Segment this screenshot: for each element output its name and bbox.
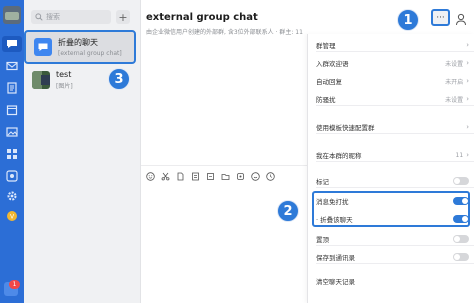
chevron-right-icon: › <box>466 123 469 131</box>
emoji-icon[interactable] <box>146 172 155 181</box>
search-bar: 搜索 + <box>31 10 134 24</box>
row-label: 我在本群的昵称 <box>316 152 362 160</box>
list-item-title: 折叠的聊天 <box>58 38 98 47</box>
settings-row-clear-history[interactable]: 清空聊天记录 <box>308 274 474 288</box>
pin-toggle[interactable] <box>453 235 469 243</box>
settings-gear-icon[interactable] <box>6 190 18 202</box>
mark-toggle[interactable] <box>453 177 469 185</box>
row-label: 自动回复 <box>316 78 342 86</box>
calendar-icon[interactable] <box>6 104 18 116</box>
callout-1: 1 <box>397 9 419 31</box>
row-label: 入群欢迎语 <box>316 60 349 68</box>
chat-title: external group chat <box>146 12 258 23</box>
highlight-toggles-box <box>312 191 470 227</box>
settings-row-save-contacts: 保存到通讯录 <box>308 250 474 264</box>
search-icon <box>35 13 43 21</box>
sticker-icon[interactable] <box>236 172 245 181</box>
file-icon[interactable] <box>176 172 185 181</box>
list-item-title: test <box>56 70 72 79</box>
row-label: 防骚扰 <box>316 96 336 104</box>
doc-edit-icon[interactable] <box>191 172 200 181</box>
chevron-right-icon: › <box>466 59 469 67</box>
settings-row-nickname[interactable]: 我在本群的昵称 11 › <box>308 148 474 162</box>
list-item-subtitle: [图片] <box>56 83 73 90</box>
settings-row-auto-reply[interactable]: 自动回复 未开启 › <box>308 74 474 88</box>
workbench-icon[interactable] <box>6 170 18 182</box>
row-label: 标记 <box>316 178 329 186</box>
row-value: 未设置 <box>445 60 464 68</box>
add-member-icon[interactable] <box>455 11 467 26</box>
callout-2: 2 <box>277 200 299 222</box>
chat-subtitle: 由企业微信用户创建的外部群, 含3位外部联系人 · 群主: 11 <box>146 29 303 36</box>
callout-3: 3 <box>108 68 130 90</box>
chat-area: external group chat 由企业微信用户创建的外部群, 含3位外部… <box>141 0 308 303</box>
coin-icon[interactable]: V <box>6 210 18 222</box>
row-label: 清空聊天记录 <box>316 278 355 286</box>
save-contacts-toggle[interactable] <box>453 253 469 261</box>
composer-toolbar <box>146 172 275 181</box>
picture-icon[interactable] <box>6 126 18 138</box>
search-input[interactable]: 搜索 <box>31 10 111 24</box>
smile-icon[interactable] <box>251 172 260 181</box>
chevron-right-icon: › <box>466 77 469 85</box>
unread-badge: 1 <box>9 280 20 289</box>
app-window: V 1 搜索 + 折叠的聊天 [external group chat] tes… <box>0 0 474 303</box>
chat-bubble-icon <box>34 38 52 56</box>
composer-divider <box>141 165 308 166</box>
row-label: 保存到通讯录 <box>316 254 355 262</box>
image-avatar <box>32 71 50 89</box>
folder-icon[interactable] <box>221 172 230 181</box>
settings-row-mark: 标记 <box>308 174 474 188</box>
settings-row-pin: 置顶 <box>308 232 474 246</box>
chat-settings-panel: 群管理 › 入群欢迎语 未设置 › 自动回复 未开启 › 防骚扰 未设置 › 使用模板… <box>307 34 474 303</box>
doc-icon[interactable] <box>6 82 18 94</box>
apps-grid-icon[interactable] <box>6 148 18 160</box>
chevron-right-icon: › <box>466 95 469 103</box>
settings-row-anti-harass[interactable]: 防骚扰 未设置 › <box>308 92 474 106</box>
mail-icon[interactable] <box>6 60 18 72</box>
message-icon[interactable] <box>6 38 18 50</box>
row-label: 置顶 <box>316 236 329 244</box>
search-placeholder: 搜索 <box>46 13 60 21</box>
row-label: 群管理 <box>316 42 336 50</box>
chevron-right-icon: › <box>466 41 469 49</box>
list-item-folded-chats[interactable]: 折叠的聊天 [external group chat] <box>24 30 136 64</box>
add-button[interactable]: + <box>116 10 130 24</box>
row-label: 使用模板快速配置群 <box>316 124 375 132</box>
note-icon[interactable] <box>206 172 215 181</box>
settings-row-welcome[interactable]: 入群欢迎语 未设置 › <box>308 56 474 70</box>
row-value: 未开启 <box>445 78 464 86</box>
list-item-subtitle: [external group chat] <box>58 50 122 57</box>
row-value: 11 <box>455 151 464 159</box>
row-value: 未设置 <box>445 96 464 104</box>
user-avatar[interactable] <box>3 6 21 24</box>
settings-row-group-manage[interactable]: 群管理 › <box>308 38 474 52</box>
chevron-right-icon: › <box>466 151 469 159</box>
scissors-icon[interactable] <box>161 172 170 181</box>
nav-rail: V 1 <box>0 0 24 303</box>
more-options-button[interactable]: ··· <box>431 9 450 26</box>
time-icon[interactable] <box>266 172 275 181</box>
settings-row-template[interactable]: 使用模板快速配置群 › <box>308 120 474 134</box>
conversation-list: 搜索 + 折叠的聊天 [external group chat] test [图… <box>24 0 141 303</box>
